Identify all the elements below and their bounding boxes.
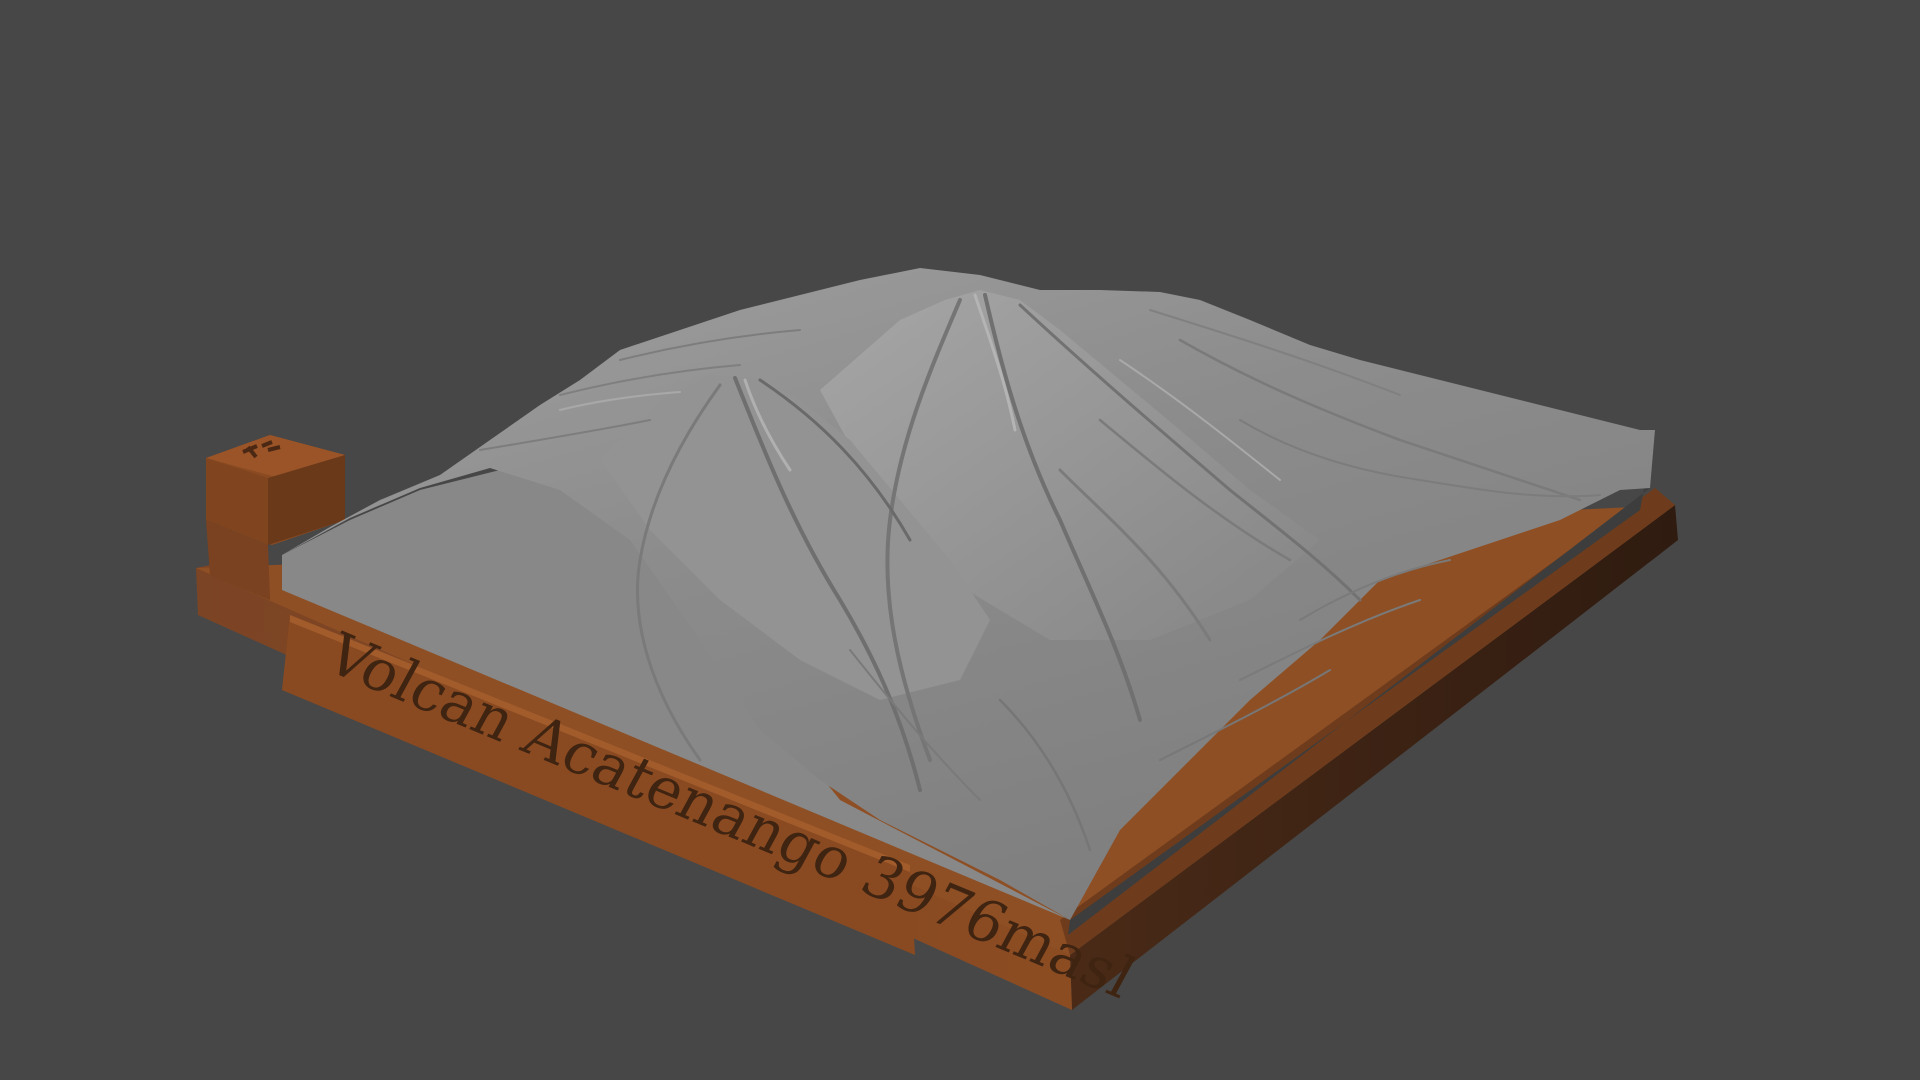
- terrain-model-render: Volcan Acatenango 3976masl: [196, 268, 1678, 1011]
- 3d-viewport[interactable]: Volcan Acatenango 3976masl: [0, 0, 1920, 1080]
